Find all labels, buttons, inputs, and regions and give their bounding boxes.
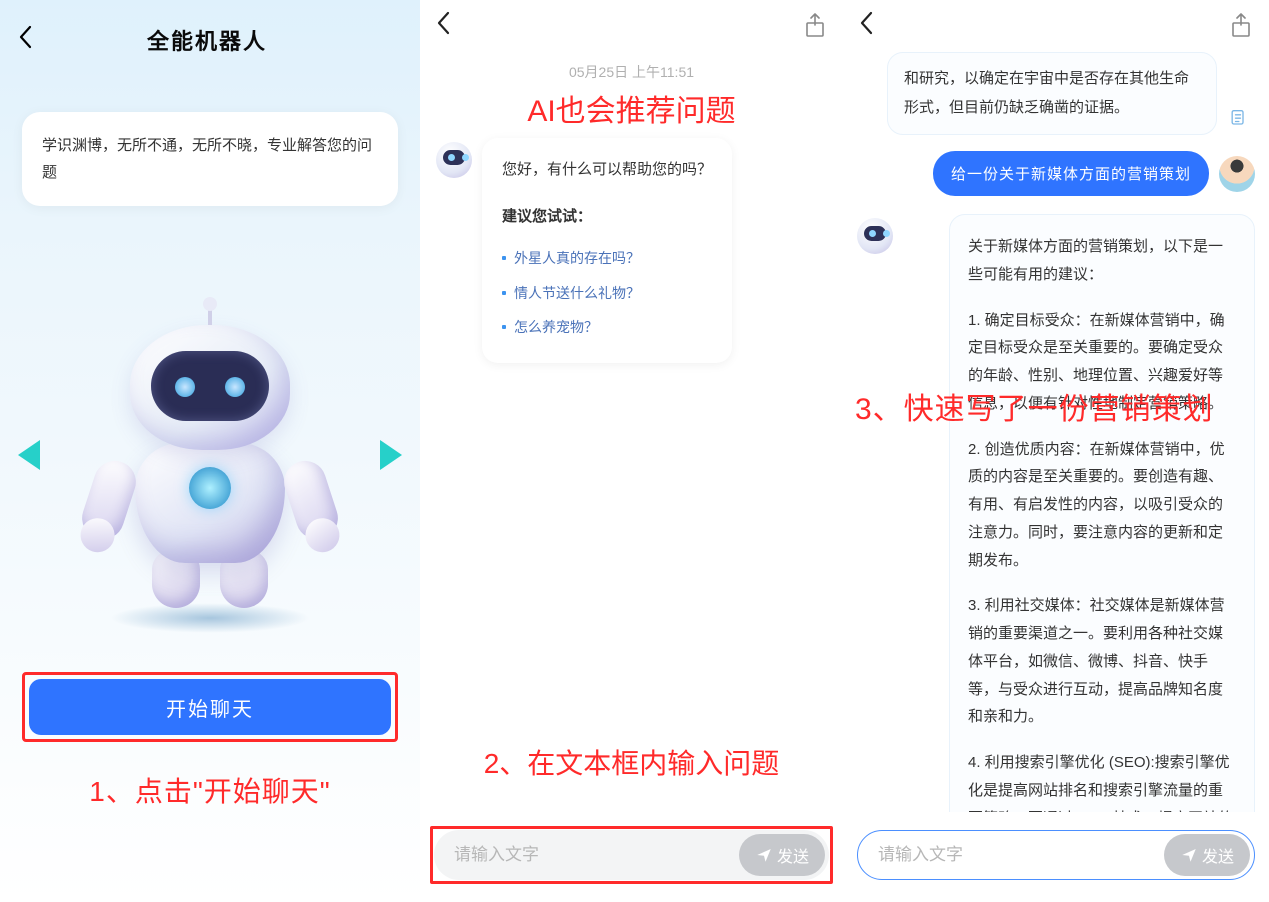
user-message-row: 给一份关于新媒体方面的营销策划 [857, 151, 1255, 196]
reply-point: 1. 确定目标受众：在新媒体营销中，确定目标受众是至关重要的。要确定受众的年龄、… [968, 307, 1236, 418]
send-label: 发送 [777, 843, 809, 867]
header: 全能机器人 [0, 0, 420, 80]
greeting-text: 您好，有什么可以帮助您的吗？ [502, 156, 712, 185]
try-label: 建议您试试： [502, 203, 712, 232]
share-icon[interactable] [1229, 13, 1253, 39]
screen-chat-empty: 05月25日 上午11:51 AI也会推荐问题 您好，有什么可以帮助您的吗？ 建… [420, 0, 843, 902]
message-input-bar: 发送 [434, 830, 829, 880]
reply-intro: 关于新媒体方面的营销策划，以下是一些可能有用的建议： [968, 233, 1236, 289]
message-input-bar: 发送 [857, 830, 1255, 880]
annotation-step-2: 2、在文本框内输入问题 [420, 742, 843, 782]
bot-avatar-icon [857, 218, 893, 254]
screen-chat-reply: 和研究，以确定在宇宙中是否存在其他生命形式，但目前仍缺乏确凿的证据。 给一份关于… [843, 0, 1269, 902]
bot-bubble: 您好，有什么可以帮助您的吗？ 建议您试试： 外星人真的存在吗？ 情人节送什么礼物… [482, 138, 732, 363]
start-chat-button[interactable]: 开始聊天 [29, 679, 391, 735]
user-avatar-icon [1219, 156, 1255, 192]
next-arrow-icon[interactable] [380, 440, 402, 470]
header [843, 0, 1269, 52]
share-icon[interactable] [803, 13, 827, 39]
bot-description: 学识渊博，无所不通，无所不晓，专业解答您的问题 [22, 112, 398, 206]
annotation-ai-suggest: AI也会推荐问题 [420, 86, 843, 130]
bot-message-row: 关于新媒体方面的营销策划，以下是一些可能有用的建议： 1. 确定目标受众：在新媒… [857, 214, 1255, 812]
send-button[interactable]: 发送 [1164, 834, 1250, 876]
send-label: 发送 [1202, 843, 1234, 867]
send-button[interactable]: 发送 [739, 834, 825, 876]
message-input[interactable] [878, 845, 1164, 865]
bot-avatar-icon [436, 142, 472, 178]
bot-text: 和研究，以确定在宇宙中是否存在其他生命形式，但目前仍缺乏确凿的证据。 [904, 70, 1189, 116]
back-icon[interactable] [436, 10, 450, 42]
start-button-highlight: 开始聊天 [22, 672, 398, 742]
back-icon[interactable] [859, 10, 873, 42]
screen-intro: 全能机器人 学识渊博，无所不通，无所不晓，专业解答您的问题 开始聊天 1、点击"… [0, 0, 420, 902]
suggestion-link[interactable]: 情人节送什么礼物？ [502, 276, 712, 311]
suggestion-link[interactable]: 怎么养宠物？ [502, 310, 712, 345]
reply-point: 3. 利用社交媒体：社交媒体是新媒体营销的重要渠道之一。要利用各种社交媒体平台，… [968, 592, 1236, 731]
message-input[interactable] [454, 845, 739, 865]
reply-point: 2. 创造优质内容：在新媒体营销中，优质的内容是至关重要的。要创造有趣、有用、有… [968, 436, 1236, 575]
bot-bubble: 关于新媒体方面的营销策划，以下是一些可能有用的建议： 1. 确定目标受众：在新媒… [949, 214, 1255, 812]
reply-point: 4. 利用搜索引擎优化 (SEO):搜索引擎优化是提高网站排名和搜索引擎流量的重… [968, 749, 1236, 812]
robot-illustration [0, 300, 420, 610]
page-title: 全能机器人 [12, 24, 402, 56]
timestamp: 05月25日 上午11:51 [420, 62, 843, 82]
bot-bubble-partial: 和研究，以确定在宇宙中是否存在其他生命形式，但目前仍缺乏确凿的证据。 [887, 52, 1217, 135]
suggestion-link[interactable]: 外星人真的存在吗？ [502, 241, 712, 276]
prev-arrow-icon[interactable] [18, 440, 40, 470]
header [420, 0, 843, 52]
chat-scroll: 和研究，以确定在宇宙中是否存在其他生命形式，但目前仍缺乏确凿的证据。 给一份关于… [843, 52, 1269, 812]
bot-message-row: 您好，有什么可以帮助您的吗？ 建议您试试： 外星人真的存在吗？ 情人节送什么礼物… [420, 138, 843, 363]
annotation-step-1: 1、点击"开始聊天" [0, 770, 420, 810]
copy-icon[interactable] [1228, 108, 1248, 141]
user-bubble: 给一份关于新媒体方面的营销策划 [933, 151, 1209, 196]
